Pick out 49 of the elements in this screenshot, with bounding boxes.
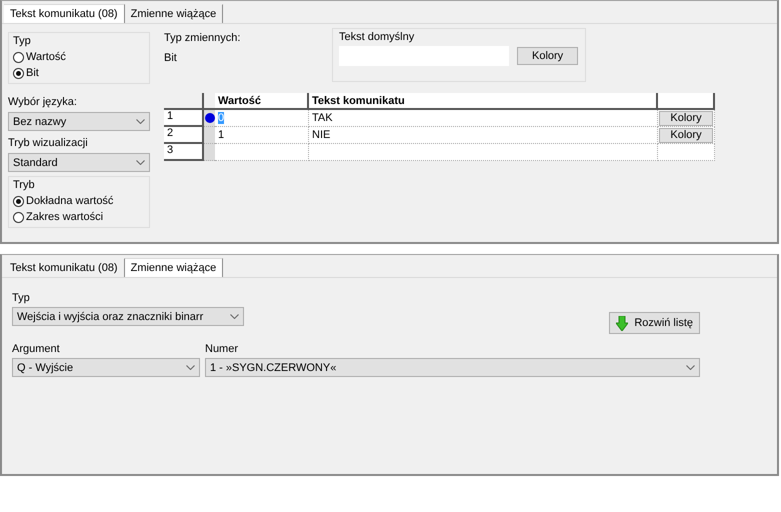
field-label: Tryb wizualizacji [8, 137, 89, 149]
chevron-down-icon [186, 365, 195, 370]
language-dropdown[interactable]: Bez nazwy [8, 112, 150, 131]
radio-label[interactable]: Zakres wartości [26, 211, 104, 223]
table-cell[interactable]: TAK [309, 110, 658, 127]
field-label: Numer [205, 343, 240, 355]
radio-button[interactable] [13, 196, 24, 206]
table-cell[interactable]: NIE [309, 127, 658, 144]
column-header: Tekst komunikatu [309, 93, 658, 110]
number-dropdown[interactable]: 1 - »SYGN.CZERWONY« [205, 358, 700, 377]
row-number: 3 [164, 144, 204, 161]
value-text: 1 [218, 129, 224, 141]
group-title: Tekst domyślny [339, 31, 416, 43]
column-header: Wartość [215, 93, 309, 110]
field-label: Argument [12, 343, 61, 355]
current-row-icon [204, 113, 214, 123]
table-cell[interactable] [215, 144, 309, 161]
tab[interactable]: Zmienne wiążące [124, 258, 224, 277]
chevron-down-icon [136, 119, 145, 124]
field-label: Typ [12, 292, 31, 304]
radio-label[interactable]: Wartość [26, 51, 66, 63]
radio-button[interactable] [13, 212, 24, 222]
value-text: 0 [218, 112, 224, 124]
chevron-down-icon [136, 160, 145, 165]
radio-label[interactable]: Bit [26, 67, 39, 79]
field-label: Wybór języka: [8, 96, 78, 108]
argument-dropdown[interactable]: Q - Wyjście [12, 358, 200, 377]
colors-button[interactable]: Kolory [517, 47, 578, 65]
row-number: 2 [164, 127, 204, 144]
visualization-dropdown[interactable]: Standard [8, 153, 150, 172]
colors-button[interactable]: Kolory [659, 128, 713, 142]
radio-button[interactable] [13, 52, 24, 62]
radio-button[interactable] [13, 68, 24, 78]
radio-label[interactable]: Dokładna wartość [26, 195, 114, 207]
chevron-down-icon [230, 314, 239, 319]
table-cell[interactable] [309, 144, 658, 161]
chevron-down-icon [686, 365, 695, 370]
tab[interactable]: Tekst komunikatu (08) [4, 4, 125, 23]
table-cell[interactable]: 1 [215, 127, 309, 144]
type-dropdown[interactable]: Wejścia i wyjścia oraz znaczniki binarr [12, 307, 244, 326]
colors-button[interactable]: Kolory [659, 110, 713, 126]
group-title: Tryb [13, 179, 36, 191]
tab[interactable]: Zmienne wiążące [124, 4, 224, 23]
field-label: Typ zmiennych: [164, 32, 242, 44]
group-title: Typ [13, 35, 32, 47]
variable-type-value: Bit [164, 52, 178, 64]
expand-list-button[interactable]: Rozwiń listę [609, 312, 700, 334]
arrow-down-icon [616, 316, 628, 330]
row-number: 1 [164, 110, 204, 127]
